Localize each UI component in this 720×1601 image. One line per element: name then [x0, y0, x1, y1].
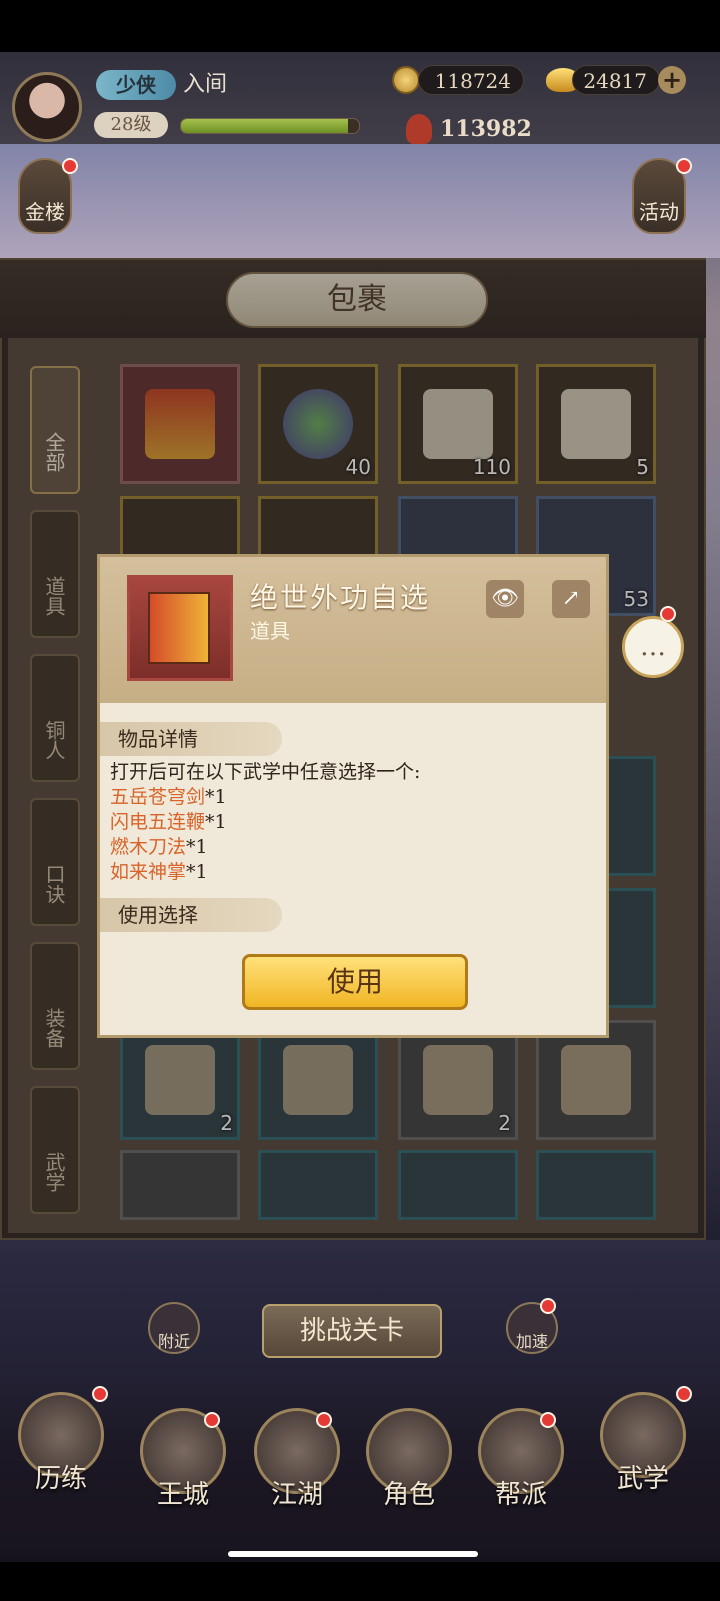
share-icon[interactable]: ↗	[552, 580, 590, 618]
player-level: 28级	[94, 112, 168, 138]
nav-label: 角色	[382, 1480, 435, 1510]
option-name: 闪电五连鞭	[110, 811, 206, 833]
combat-power: 113982	[440, 116, 532, 142]
item-type: 道具	[250, 619, 290, 643]
option-qty: *1	[205, 811, 227, 833]
nav-label: 江湖	[270, 1480, 323, 1510]
coin-icon	[392, 66, 420, 94]
option-name: 五岳苍穹剑	[110, 786, 206, 808]
golden-tower-label: 金楼	[25, 200, 65, 224]
use-button[interactable]: 使用	[242, 954, 468, 1010]
option-list: 五岳苍穹剑*1 闪电五连鞭*1 燃木刀法*1 如来神掌*1	[110, 785, 227, 885]
nearby-button[interactable]: 附近	[148, 1302, 200, 1354]
rank-badge: 少侠	[96, 70, 176, 100]
notification-dot	[92, 1386, 108, 1402]
option-item: 五岳苍穹剑*1	[110, 785, 227, 810]
option-item: 闪电五连鞭*1	[110, 810, 227, 835]
details-section-header: 物品详情	[100, 722, 282, 756]
notification-dot	[204, 1412, 220, 1428]
item-name: 绝世外功自选	[250, 581, 431, 614]
coin-count: 118724	[418, 65, 524, 95]
power-icon	[406, 114, 432, 144]
nav-label: 王城	[156, 1480, 209, 1510]
option-qty: *1	[186, 861, 208, 883]
notification-dot	[676, 1386, 692, 1402]
player-avatar[interactable]	[12, 72, 82, 142]
option-item: 燃木刀法*1	[110, 835, 227, 860]
challenge-stage-button[interactable]: 挑战关卡	[262, 1304, 442, 1358]
nav-character[interactable]: 角色	[362, 1408, 456, 1518]
notification-dot	[540, 1412, 556, 1428]
xp-bar-fill	[181, 119, 349, 133]
nav-label: 帮派	[494, 1480, 547, 1510]
nearby-label: 附近	[157, 1332, 190, 1351]
preview-eye-icon[interactable]: 👁	[486, 580, 524, 618]
option-item: 如来神掌*1	[110, 860, 227, 885]
status-bar	[0, 0, 720, 52]
notification-dot	[676, 158, 692, 174]
use-section-header: 使用选择	[100, 898, 282, 932]
nav-label: 历练	[34, 1464, 87, 1494]
rank-title: 入间	[183, 72, 228, 97]
option-qty: *1	[205, 786, 227, 808]
notification-dot	[540, 1298, 556, 1314]
martial-book-icon	[148, 592, 210, 664]
nav-martial-arts[interactable]: 武学	[596, 1392, 690, 1502]
speedup-label: 加速	[515, 1332, 548, 1351]
gold-count: 24817	[572, 65, 660, 95]
item-description: 打开后可在以下武学中任意选择一个:	[110, 761, 421, 783]
nav-training[interactable]: 历练	[14, 1392, 108, 1502]
xp-bar	[180, 118, 360, 134]
option-name: 如来神掌	[110, 861, 187, 883]
notification-dot	[316, 1412, 332, 1428]
option-name: 燃木刀法	[110, 836, 187, 858]
home-indicator[interactable]	[228, 1551, 478, 1557]
nav-label: 武学	[616, 1464, 669, 1494]
add-gold-icon[interactable]: +	[658, 66, 686, 94]
option-qty: *1	[186, 836, 208, 858]
chat-icon[interactable]: …	[622, 616, 684, 678]
notification-dot	[62, 158, 78, 174]
notification-dot	[660, 606, 676, 622]
events-label: 活动	[639, 200, 679, 224]
